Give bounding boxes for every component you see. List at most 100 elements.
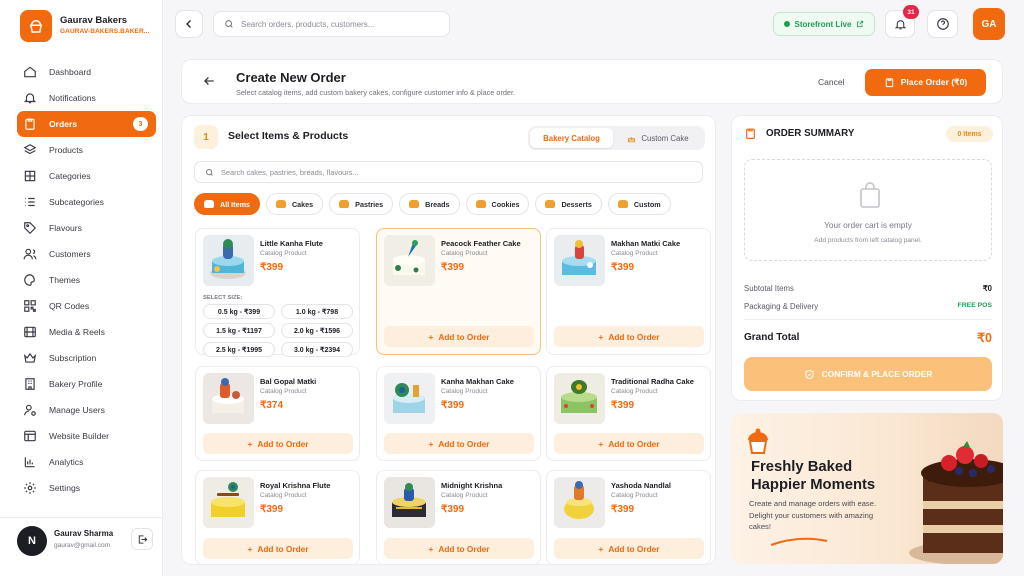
chip-desserts[interactable]: Desserts bbox=[535, 193, 602, 215]
sidebar-item-label: Products bbox=[49, 145, 83, 155]
logout-button[interactable] bbox=[131, 528, 153, 550]
shopping-bag-icon bbox=[860, 182, 880, 208]
bar-chart-icon bbox=[24, 457, 35, 468]
product-card-royal-krishna-flute[interactable]: Royal Krishna Flute Catalog Product ₹399… bbox=[195, 470, 360, 564]
product-image bbox=[203, 477, 254, 528]
chip-pastries[interactable]: Pastries bbox=[329, 193, 394, 215]
sidebar-item-website-builder[interactable]: Website Builder bbox=[17, 423, 156, 449]
sidebar-item-qr-codes[interactable]: QR Codes bbox=[17, 293, 156, 319]
promo-title-line1: Freshly Baked bbox=[751, 459, 853, 475]
chip-cakes[interactable]: Cakes bbox=[265, 193, 324, 215]
sidebar-item-settings[interactable]: Settings bbox=[17, 475, 156, 501]
sidebar-item-subscription[interactable]: Subscription bbox=[17, 345, 156, 371]
search-placeholder: Search orders, products, customers... bbox=[241, 19, 375, 29]
avatar[interactable]: N bbox=[17, 526, 47, 556]
size-option[interactable]: 2.5 kg - ₹1995 bbox=[203, 342, 275, 357]
catalog-source-toggle: Bakery Catalog Custom Cake bbox=[528, 126, 705, 150]
plus-icon: + bbox=[428, 543, 434, 554]
swoosh-decoration bbox=[770, 537, 828, 546]
sidebar-item-manage-users[interactable]: Manage Users bbox=[17, 397, 156, 423]
catalog-search-placeholder: Search cakes, pastries, breads, flavours… bbox=[221, 167, 359, 177]
help-icon bbox=[936, 18, 949, 30]
sidebar-item-flavours[interactable]: Flavours bbox=[17, 215, 156, 241]
product-card-little-kanha-flute[interactable]: Little Kanha Flute Catalog Product ₹399 … bbox=[195, 228, 360, 357]
tab-custom-cake[interactable]: Custom Cake bbox=[613, 128, 703, 148]
product-card-makhan-matki-cake[interactable]: Makhan Matki Cake Catalog Product ₹399 +… bbox=[546, 228, 711, 355]
add-label: Add to Order bbox=[257, 543, 309, 554]
chip-label: Custom bbox=[633, 199, 661, 209]
size-option[interactable]: 1.0 kg - ₹798 bbox=[281, 304, 353, 319]
list-icon bbox=[25, 197, 35, 207]
chip-all-items[interactable]: All Items bbox=[194, 193, 260, 215]
sidebar-item-notifications[interactable]: Notifications bbox=[17, 85, 156, 111]
add-to-order-button[interactable]: + Add to Order bbox=[554, 433, 704, 454]
product-card-bal-gopal-matki[interactable]: Bal Gopal Matki Catalog Product ₹374 + Ad… bbox=[195, 366, 360, 461]
chip-custom[interactable]: Custom bbox=[607, 193, 671, 215]
confirm-place-order-button[interactable]: CONFIRM & PLACE ORDER bbox=[744, 357, 992, 391]
sidebar-item-dashboard[interactable]: Dashboard bbox=[17, 59, 156, 85]
subtotal-value: ₹0 bbox=[982, 284, 992, 293]
product-card-peacock-feather-cake[interactable]: Peacock Feather Cake Catalog Product ₹39… bbox=[376, 228, 541, 355]
size-option[interactable]: 1.5 kg - ₹1197 bbox=[203, 323, 275, 338]
header-back-button[interactable] bbox=[202, 74, 216, 93]
cancel-button[interactable]: Cancel bbox=[818, 77, 844, 87]
product-image bbox=[384, 477, 435, 528]
size-option[interactable]: 3.0 kg - ₹2394 bbox=[281, 342, 353, 357]
film-icon bbox=[24, 326, 36, 338]
add-to-order-button[interactable]: + Add to Order bbox=[203, 538, 353, 559]
sidebar-item-subcategories[interactable]: Subcategories bbox=[17, 189, 156, 215]
place-order-button[interactable]: Place Order (₹0) bbox=[865, 69, 986, 96]
chip-label: Pastries bbox=[355, 199, 384, 209]
add-to-order-button[interactable]: + Add to Order bbox=[554, 538, 704, 559]
sidebar-item-label: Flavours bbox=[49, 223, 82, 233]
sidebar-item-bakery-profile[interactable]: Bakery Profile bbox=[17, 371, 156, 397]
bakery-icon bbox=[204, 200, 214, 208]
sidebar-item-customers[interactable]: Customers bbox=[17, 241, 156, 267]
promo-title-line2: Happier Moments bbox=[751, 477, 876, 493]
product-card-kanha-makhan-cake[interactable]: Kanha Makhan Cake Catalog Product ₹399 +… bbox=[376, 366, 541, 461]
sidebar-item-themes[interactable]: Themes bbox=[17, 267, 156, 293]
tab-bakery-catalog[interactable]: Bakery Catalog bbox=[530, 128, 613, 148]
add-to-order-button[interactable]: + Add to Order bbox=[554, 326, 704, 347]
logout-icon bbox=[138, 534, 147, 544]
product-type: Catalog Product bbox=[260, 492, 307, 499]
storefront-live-button[interactable]: Storefront Live bbox=[773, 12, 875, 36]
catalog-search-input[interactable]: Search cakes, pastries, breads, flavours… bbox=[194, 161, 703, 183]
help-button[interactable] bbox=[927, 10, 958, 38]
crown-icon bbox=[23, 352, 37, 363]
add-to-order-button[interactable]: + Add to Order bbox=[203, 433, 353, 454]
add-to-order-button[interactable]: + Add to Order bbox=[384, 433, 534, 454]
product-card-yashoda-nandlal[interactable]: Yashoda Nandlal Catalog Product ₹399 + Ad… bbox=[546, 470, 711, 564]
account-avatar-button[interactable]: GA bbox=[973, 8, 1005, 40]
global-search-input[interactable]: Search orders, products, customers... bbox=[213, 11, 450, 37]
plus-icon: + bbox=[598, 543, 604, 554]
product-card-midnight-krishna[interactable]: Midnight Krishna Catalog Product ₹399 + A… bbox=[376, 470, 541, 564]
chip-cookies[interactable]: Cookies bbox=[465, 193, 530, 215]
topbar-back-button[interactable] bbox=[175, 10, 203, 38]
sidebar-item-orders[interactable]: Orders 3 bbox=[17, 111, 156, 137]
empty-cart-subtitle: Add products from left catalog panel. bbox=[814, 237, 922, 244]
grand-total-label: Grand Total bbox=[744, 332, 800, 343]
add-to-order-button[interactable]: + Add to Order bbox=[384, 538, 534, 559]
promo-banner: Freshly Baked Happier Moments Create and … bbox=[731, 413, 1003, 564]
search-icon bbox=[206, 168, 213, 176]
size-option[interactable]: 0.5 kg - ₹399 bbox=[203, 304, 275, 319]
bakery-logo-icon bbox=[20, 10, 52, 42]
sidebar-item-categories[interactable]: Categories bbox=[17, 163, 156, 189]
add-label: Add to Order bbox=[608, 331, 660, 342]
gear-icon bbox=[24, 482, 36, 494]
product-name: Bal Gopal Matki bbox=[260, 377, 317, 386]
add-to-order-button[interactable]: + Add to Order bbox=[384, 326, 534, 347]
tag-icon bbox=[24, 222, 37, 235]
chip-breads[interactable]: Breads bbox=[399, 193, 460, 215]
size-option[interactable]: 2.0 kg - ₹1596 bbox=[281, 323, 353, 338]
chip-label: All Items bbox=[220, 199, 250, 209]
tab-custom-cake-label: Custom Cake bbox=[641, 133, 689, 143]
chevron-left-icon bbox=[186, 20, 191, 28]
product-card-traditional-radha-cake[interactable]: Traditional Radha Cake Catalog Product ₹… bbox=[546, 366, 711, 461]
user-name: Gaurav Sharma bbox=[54, 529, 114, 538]
sidebar-item-products[interactable]: Products bbox=[17, 137, 156, 163]
sidebar-item-media-reels[interactable]: Media & Reels bbox=[17, 319, 156, 345]
orders-count-badge: 3 bbox=[133, 117, 148, 131]
sidebar-item-analytics[interactable]: Analytics bbox=[17, 449, 156, 475]
